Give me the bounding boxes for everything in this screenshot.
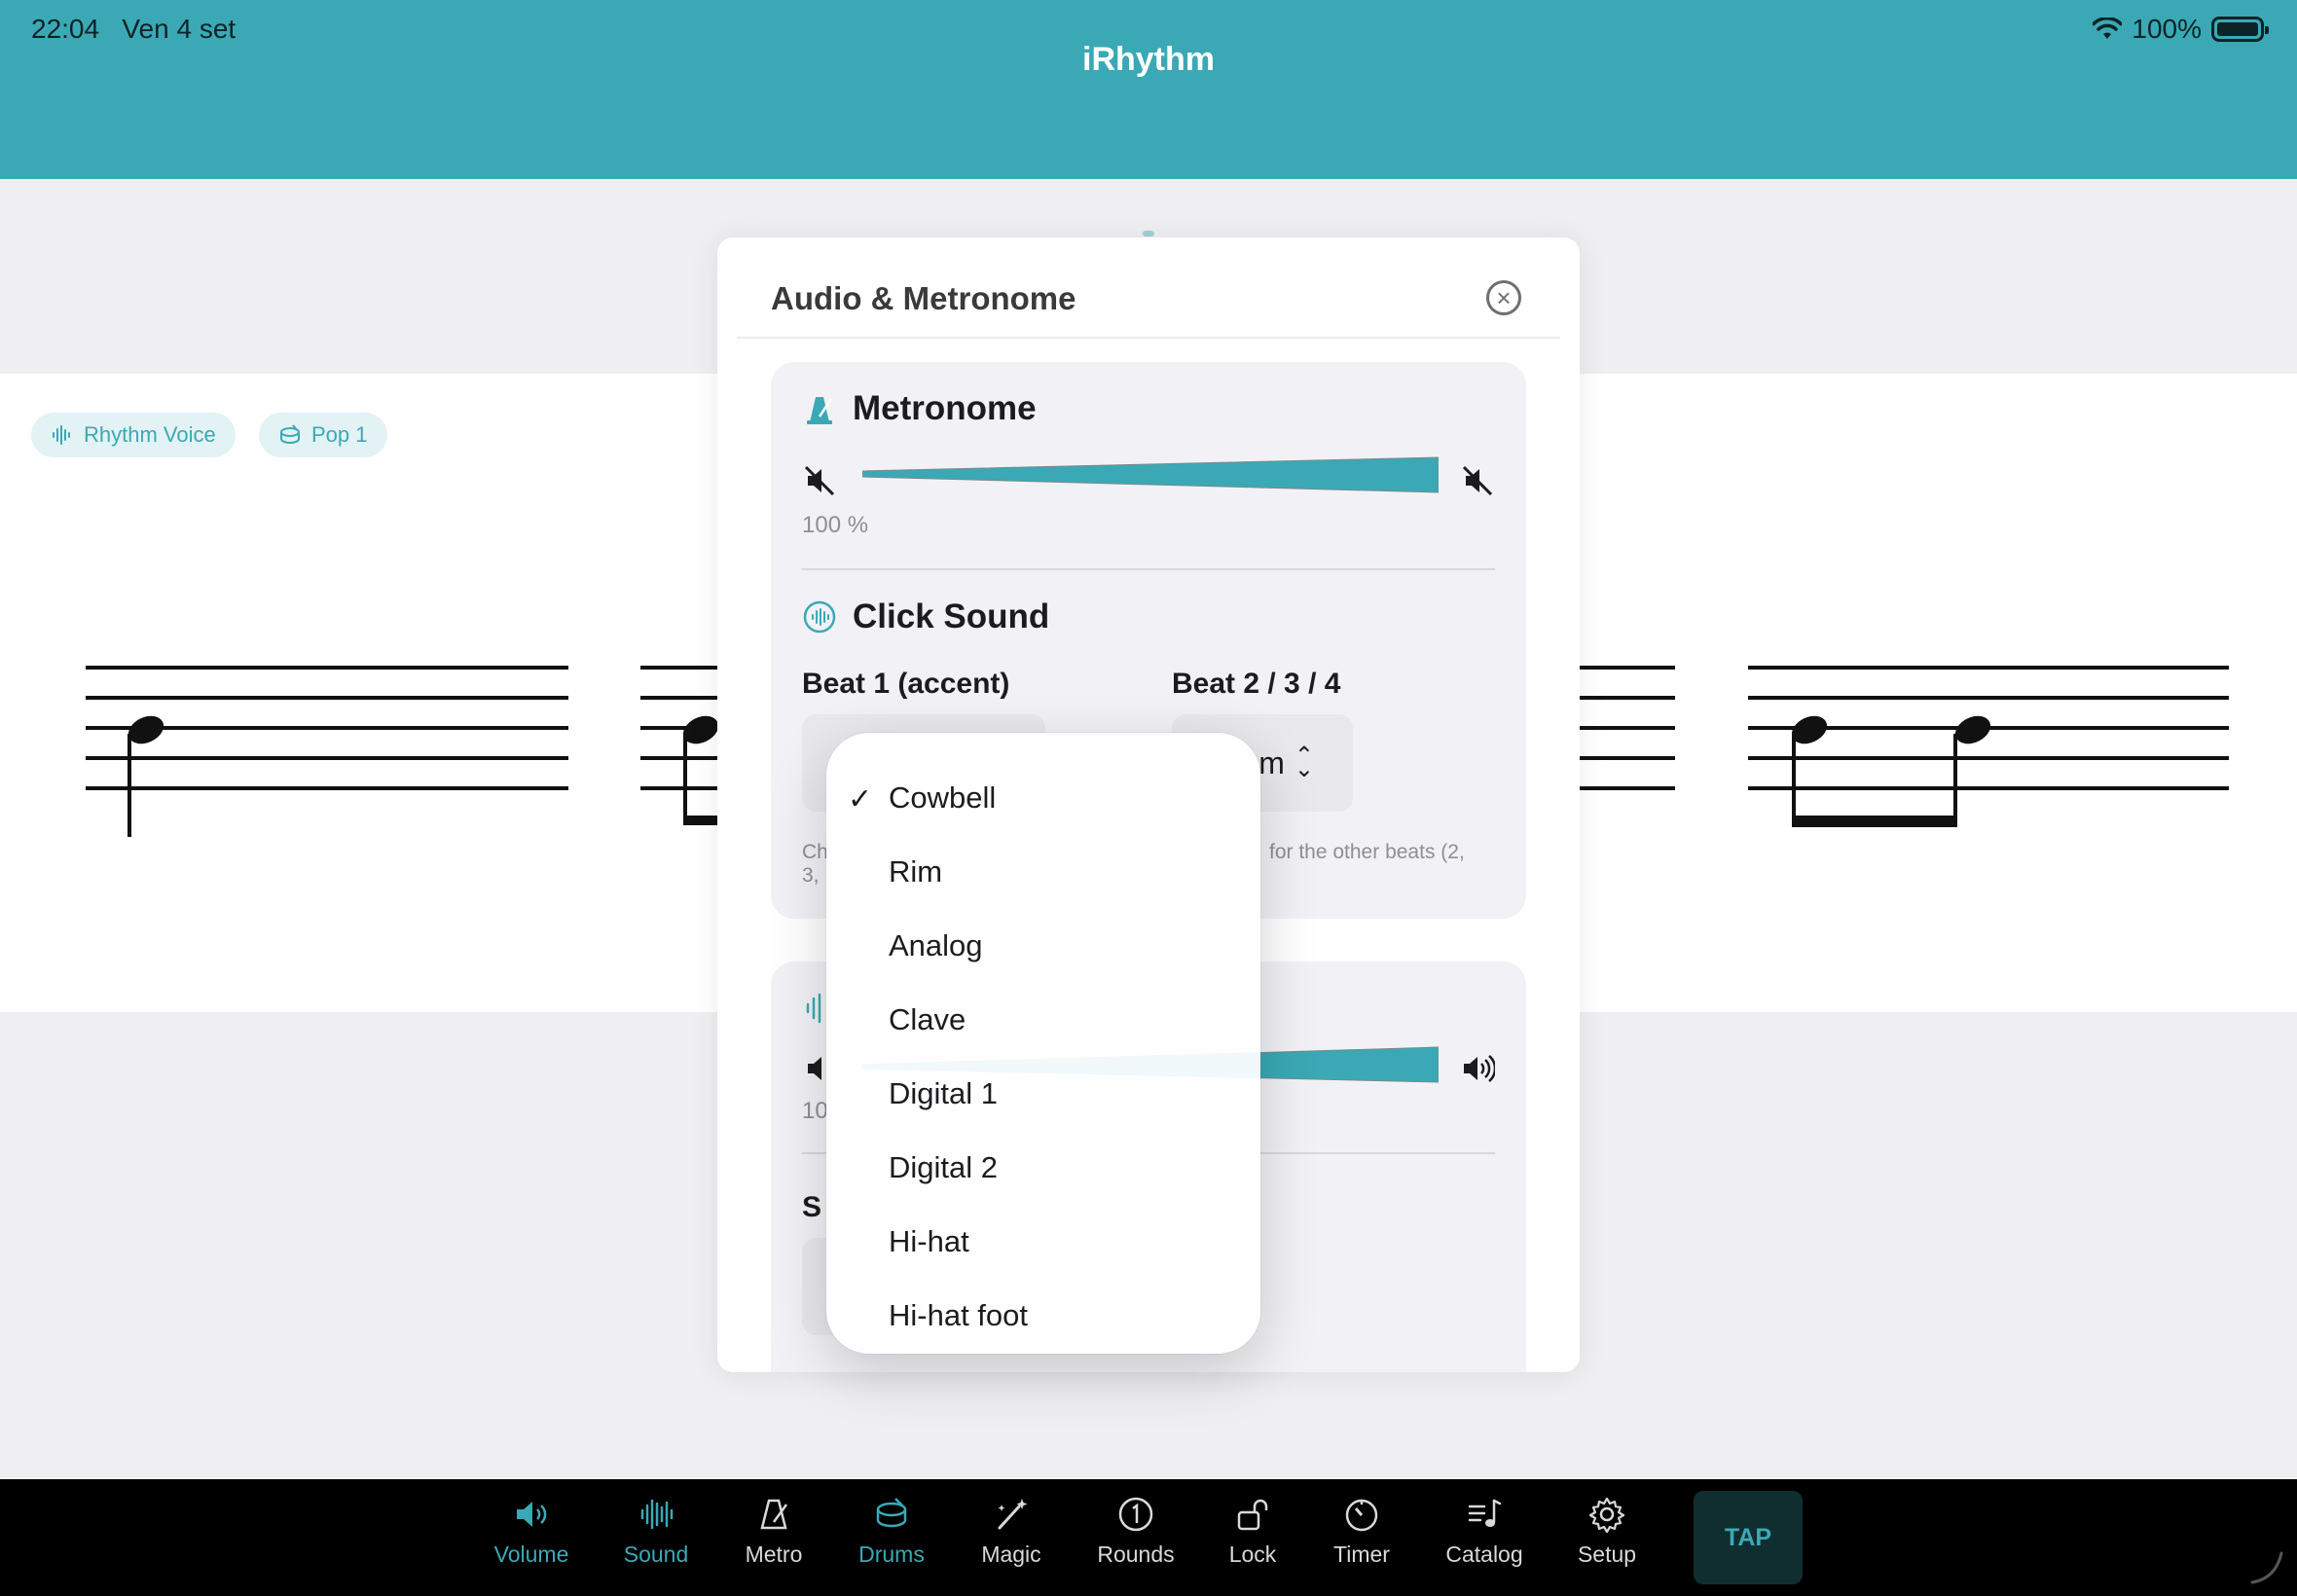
tab-sound[interactable]: Sound: [598, 1495, 714, 1582]
tab-setup[interactable]: Setup: [1549, 1495, 1665, 1582]
dropdown-option-hi-hat-foot[interactable]: Hi-hat foot: [826, 1279, 1260, 1353]
bottom-tab-bar: Volume Sound Metro Drums Magic Rounds Lo…: [0, 1479, 2297, 1596]
tab-label: Volume: [493, 1542, 569, 1567]
tab-drums[interactable]: Drums: [833, 1495, 950, 1582]
wifi-icon: [2093, 18, 2123, 39]
dropdown-option-hi-hat[interactable]: Hi-hat: [826, 1205, 1260, 1279]
option-label: Analog: [889, 928, 983, 962]
waveform-circle-icon: [803, 600, 836, 634]
tab-timer[interactable]: Timer: [1303, 1495, 1420, 1582]
option-label: Cowbell: [889, 780, 997, 815]
metronome-volume-value: 100 %: [802, 512, 869, 538]
waveform-icon: [53, 425, 70, 445]
option-label: Hi-hat: [889, 1224, 969, 1258]
speaker-mute-icon: [804, 465, 835, 496]
speaker-mute-icon: [1462, 465, 1493, 496]
tab-label: Metro: [745, 1542, 803, 1567]
tab-label: Catalog: [1445, 1542, 1523, 1567]
rhythm-voice-chip[interactable]: Rhythm Voice: [31, 413, 236, 457]
option-label: Rim: [889, 854, 943, 889]
tap-tempo-button[interactable]: TAP: [1694, 1491, 1803, 1584]
drum-icon: [876, 1498, 907, 1528]
help-text-left-2: 3,: [802, 864, 820, 887]
help-text-left: Ch: [802, 841, 828, 863]
tab-label: Magic: [981, 1542, 1041, 1567]
section-title: Click Sound: [853, 598, 1050, 635]
app-header: 22:04 Ven 4 set 100% iRhythm: [0, 0, 2297, 179]
tab-catalog[interactable]: Catalog: [1426, 1495, 1543, 1582]
close-icon: ×: [1496, 283, 1512, 312]
timer-icon: [1345, 1499, 1378, 1532]
resize-corner-icon: [2250, 1551, 2283, 1584]
dropdown-option-clave[interactable]: Clave: [826, 983, 1260, 1057]
metronome-icon: [807, 397, 833, 424]
number-one-circle-icon: [1118, 1497, 1153, 1532]
music-list-icon: [1468, 1499, 1502, 1527]
metronome-icon: [760, 1499, 788, 1530]
click-sound-heading: Click Sound: [802, 598, 1049, 636]
staff-measure-2: [640, 666, 718, 841]
eighth-note-pair: [1791, 715, 1991, 827]
checkmark-icon: ✓: [848, 783, 873, 816]
beat1-label: Beat 1 (accent): [802, 668, 1010, 700]
staff-measure-3: [1580, 666, 1675, 841]
tab-rounds[interactable]: Rounds: [1077, 1495, 1194, 1582]
divider: [737, 337, 1560, 339]
tab-label: Timer: [1333, 1542, 1390, 1567]
metronome-volume-slider[interactable]: [802, 455, 1495, 502]
modal-title: Audio & Metronome: [771, 280, 1076, 316]
help-text-right: for the other beats (2,: [1269, 841, 1465, 863]
divider: [802, 568, 1495, 570]
option-label: Hi-hat foot: [889, 1298, 1029, 1332]
click-sound-dropdown[interactable]: ✓ Cowbell Rim Analog Clave Digital 1 Dig…: [826, 733, 1260, 1354]
tab-label: Setup: [1577, 1542, 1637, 1567]
picker-value: m: [1258, 744, 1285, 780]
magic-wand-icon: [998, 1499, 1028, 1530]
beat234-label: Beat 2 / 3 / 4: [1172, 668, 1341, 700]
dropdown-option-digital-2[interactable]: Digital 2: [826, 1131, 1260, 1205]
option-label: Digital 2: [889, 1150, 998, 1184]
tab-label: Lock: [1228, 1542, 1277, 1567]
volume-wedge[interactable]: [862, 455, 1439, 502]
speaker-icon: [517, 1502, 547, 1527]
chevron-updown-icon: ⌃ ⌄: [1294, 743, 1314, 782]
tab-volume[interactable]: Volume: [473, 1495, 590, 1582]
metronome-heading: Metronome: [802, 389, 1037, 428]
tab-label: Drums: [858, 1542, 925, 1567]
tab-lock[interactable]: Lock: [1194, 1495, 1311, 1582]
eighth-note: [682, 715, 718, 825]
close-button[interactable]: ×: [1486, 280, 1521, 315]
sound-volume-value: 10: [802, 1098, 828, 1124]
option-label: Clave: [889, 1002, 966, 1036]
chip-label: Rhythm Voice: [84, 422, 216, 447]
waveform-icon: [640, 1499, 674, 1530]
battery-icon: [2211, 17, 2269, 42]
section-title: Metronome: [853, 389, 1037, 427]
dropdown-option-analog[interactable]: Analog: [826, 909, 1260, 983]
drum-icon: [280, 424, 300, 444]
dropdown-option-digital-1[interactable]: Digital 1: [826, 1057, 1260, 1131]
tab-metro[interactable]: Metro: [715, 1495, 832, 1582]
dropdown-option-rim[interactable]: Rim: [826, 835, 1260, 909]
tab-label: Sound: [623, 1542, 689, 1567]
option-label: Digital 1: [889, 1076, 998, 1110]
staff-measure-4: [1748, 666, 2229, 841]
app-title: iRhythm: [1082, 41, 1215, 78]
quarter-note: [128, 715, 164, 837]
drum-style-chip[interactable]: Pop 1: [259, 413, 387, 457]
sheet-grabber[interactable]: [1143, 231, 1154, 236]
staff-measure-1: [86, 666, 568, 841]
tab-magic[interactable]: Magic: [953, 1495, 1070, 1582]
dropdown-option-cowbell[interactable]: ✓ Cowbell: [826, 761, 1260, 835]
speaker-loud-icon: [1464, 1055, 1495, 1082]
chip-label: Pop 1: [311, 422, 368, 447]
sound-section-label: S: [802, 1191, 822, 1223]
lock-open-icon: [1237, 1499, 1268, 1531]
tab-label: Rounds: [1097, 1542, 1175, 1567]
gear-icon: [1588, 1497, 1625, 1534]
